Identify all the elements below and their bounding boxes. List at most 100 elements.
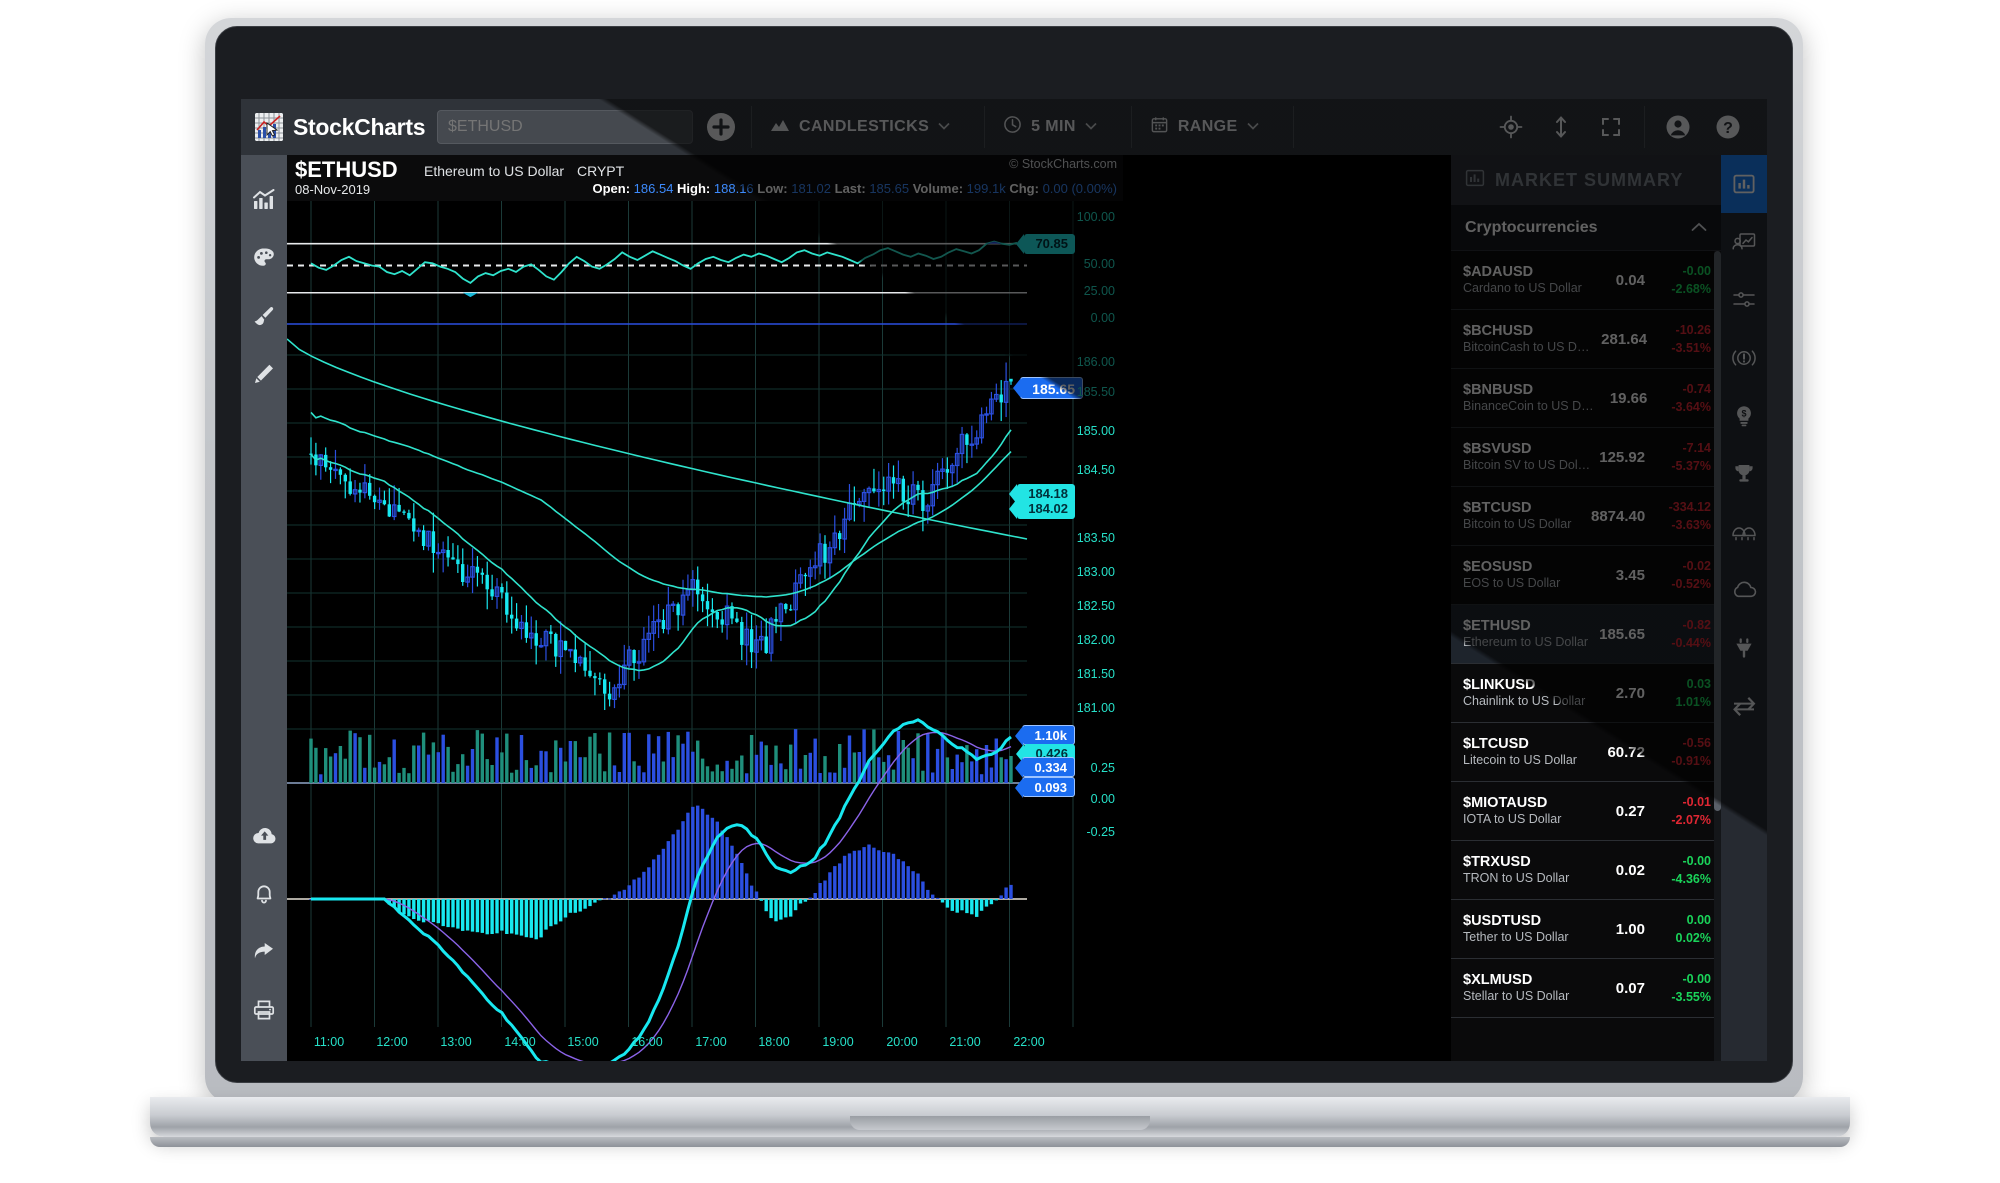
top-toolbar: StockCharts CANDLESTICKS <box>241 99 1767 155</box>
y-tick: 183.50 <box>1077 531 1115 545</box>
quote-symbol: $ADAUSD <box>1463 263 1591 281</box>
high-label: High: <box>677 181 710 196</box>
quote-name: BitcoinCash to US Doll... <box>1463 340 1595 356</box>
quote-name: Stellar to US Dollar <box>1463 989 1591 1005</box>
toolbar-divider-4 <box>1293 106 1294 148</box>
chevron-up-icon[interactable] <box>1691 220 1707 235</box>
crosshair-button[interactable] <box>1486 99 1536 155</box>
group-header-cryptocurrencies[interactable]: Cryptocurrencies <box>1451 205 1721 251</box>
bell-icon[interactable] <box>241 865 287 923</box>
y-tick: 182.50 <box>1077 599 1115 613</box>
quote-row[interactable]: $BSVUSDBitcoin SV to US Dollar125.92-7.1… <box>1451 428 1721 487</box>
quote-change-pct: -3.51% <box>1655 339 1711 357</box>
price-axis[interactable]: 100.00 70.85 50.00 25.00 0.00 186.00 185… <box>1027 201 1123 1061</box>
quote-row[interactable]: $TRXUSDTRON to US Dollar0.02-0.00-4.36% <box>1451 841 1721 900</box>
quote-row[interactable]: $ETHUSDEthereum to US Dollar185.65-0.82-… <box>1451 605 1721 664</box>
chart-header: $ETHUSD Ethereum to US Dollar CRYPT 08-N… <box>287 155 1123 201</box>
pencil-icon[interactable] <box>241 345 287 403</box>
chart-plot[interactable] <box>287 201 1123 1061</box>
brush-icon[interactable] <box>241 287 287 345</box>
quote-row[interactable]: $MIOTAUSDIOTA to US Dollar0.27-0.01-2.07… <box>1451 782 1721 841</box>
chartlist-icon[interactable] <box>1721 213 1767 271</box>
chart-symbol-name: Ethereum to US Dollar <box>424 163 564 179</box>
quote-name: EOS to US Dollar <box>1463 576 1591 592</box>
scan-icon[interactable] <box>1721 503 1767 561</box>
quote-change-abs: -0.00 <box>1653 852 1711 870</box>
chg-value: 0.00 (0.00%) <box>1043 181 1117 196</box>
add-symbol-button[interactable] <box>707 113 735 141</box>
quote-change-abs: 0.03 <box>1653 675 1711 693</box>
quote-change: 0.000.02% <box>1653 911 1711 947</box>
fullscreen-button[interactable] <box>1586 99 1636 155</box>
x-tick: 20:00 <box>886 1035 917 1049</box>
trophy-icon[interactable] <box>1721 445 1767 503</box>
quote-row[interactable]: $USDTUSDTether to US Dollar1.000.000.02% <box>1451 900 1721 959</box>
y-tick: 182.00 <box>1077 633 1115 647</box>
print-icon[interactable] <box>241 981 287 1039</box>
low-label: Low: <box>757 181 787 196</box>
market-summary-header: MARKET SUMMARY <box>1451 155 1721 205</box>
volume-label: Volume: <box>913 181 963 196</box>
brand[interactable]: StockCharts <box>241 113 437 141</box>
quote-price: 0.02 <box>1591 862 1653 879</box>
y-tick: 186.00 <box>1077 355 1115 369</box>
chevron-down-icon-2 <box>1085 121 1097 133</box>
sliders-icon[interactable] <box>1721 271 1767 329</box>
quote-row[interactable]: $BCHUSDBitcoinCash to US Doll...281.64-1… <box>1451 310 1721 369</box>
quote-name: Litecoin to US Dollar <box>1463 753 1591 769</box>
quote-change-pct: -0.52% <box>1653 575 1711 593</box>
laptop-foot <box>150 1137 1850 1147</box>
help-button[interactable]: ? <box>1703 99 1753 155</box>
alert-icon[interactable] <box>1721 329 1767 387</box>
ideas-icon[interactable]: $ <box>1721 387 1767 445</box>
quote-change: -0.00-2.68% <box>1653 262 1711 298</box>
quote-row[interactable]: $LTCUSDLitecoin to US Dollar60.72-0.56-0… <box>1451 723 1721 782</box>
symbol-search-input[interactable] <box>437 110 693 144</box>
quote-row[interactable]: $EOSUSDEOS to US Dollar3.45-0.02-0.52% <box>1451 546 1721 605</box>
quote-change-abs: -0.82 <box>1653 616 1711 634</box>
y-tick: 25.00 <box>1084 284 1115 298</box>
resize-vertical-button[interactable] <box>1536 99 1586 155</box>
quote-row[interactable]: $ADAUSDCardano to US Dollar0.04-0.00-2.6… <box>1451 251 1721 310</box>
palette-icon[interactable] <box>241 229 287 287</box>
quote-row[interactable]: $XLMUSDStellar to US Dollar0.07-0.00-3.5… <box>1451 959 1721 1018</box>
quote-row[interactable]: $BTCUSDBitcoin to US Dollar8874.40-334.1… <box>1451 487 1721 546</box>
summary-scrollbar-thumb[interactable] <box>1714 251 1721 811</box>
chart-type-button[interactable]: CANDLESTICKS <box>752 99 968 155</box>
mountain-chart-icon <box>770 117 790 138</box>
y-tick: 181.00 <box>1077 701 1115 715</box>
cloud-upload-icon[interactable] <box>241 807 287 865</box>
x-tick: 11:00 <box>314 1035 344 1049</box>
quote-change-pct: -3.55% <box>1653 988 1711 1006</box>
quote-price: 8874.40 <box>1591 508 1653 525</box>
svg-text:$: $ <box>1741 409 1746 419</box>
quote-change: -0.56-0.91% <box>1653 734 1711 770</box>
y-tick: 0.00 <box>1091 792 1115 806</box>
quote-identity: $MIOTAUSDIOTA to US Dollar <box>1463 794 1591 828</box>
plug-icon[interactable] <box>1721 619 1767 677</box>
cloud-icon[interactable] <box>1721 561 1767 619</box>
chart-icon[interactable] <box>241 171 287 229</box>
time-axis[interactable]: 11:00 12:00 13:00 14:00 15:00 16:00 17:0… <box>287 1027 1027 1061</box>
y-tick: 183.00 <box>1077 565 1115 579</box>
quote-name: TRON to US Dollar <box>1463 871 1591 887</box>
group-title: Cryptocurrencies <box>1465 219 1598 237</box>
interval-button[interactable]: 5 MIN <box>985 99 1115 155</box>
compare-icon[interactable] <box>1721 677 1767 735</box>
chart-symbol: $ETHUSD <box>295 157 398 183</box>
summary-panel-icon[interactable] <box>1721 155 1767 213</box>
quote-change: -0.02-0.52% <box>1653 557 1711 593</box>
quote-price: 0.04 <box>1591 272 1653 289</box>
toolbar-right-group: ? <box>1486 99 1767 155</box>
share-icon[interactable] <box>241 923 287 981</box>
account-button[interactable] <box>1653 99 1703 155</box>
quote-price: 2.70 <box>1591 685 1653 702</box>
quote-row[interactable]: $LINKUSDChainlink to US Dollar2.700.031.… <box>1451 664 1721 723</box>
quote-row[interactable]: $BNBUSDBinanceCoin to US Dol...19.66-0.7… <box>1451 369 1721 428</box>
laptop-notch <box>850 1116 1150 1130</box>
svg-text:?: ? <box>1723 120 1733 137</box>
quote-change: -10.26-3.51% <box>1655 321 1711 357</box>
calendar-icon <box>1150 115 1169 139</box>
quote-change: 0.031.01% <box>1653 675 1711 711</box>
range-button[interactable]: RANGE <box>1132 99 1277 155</box>
